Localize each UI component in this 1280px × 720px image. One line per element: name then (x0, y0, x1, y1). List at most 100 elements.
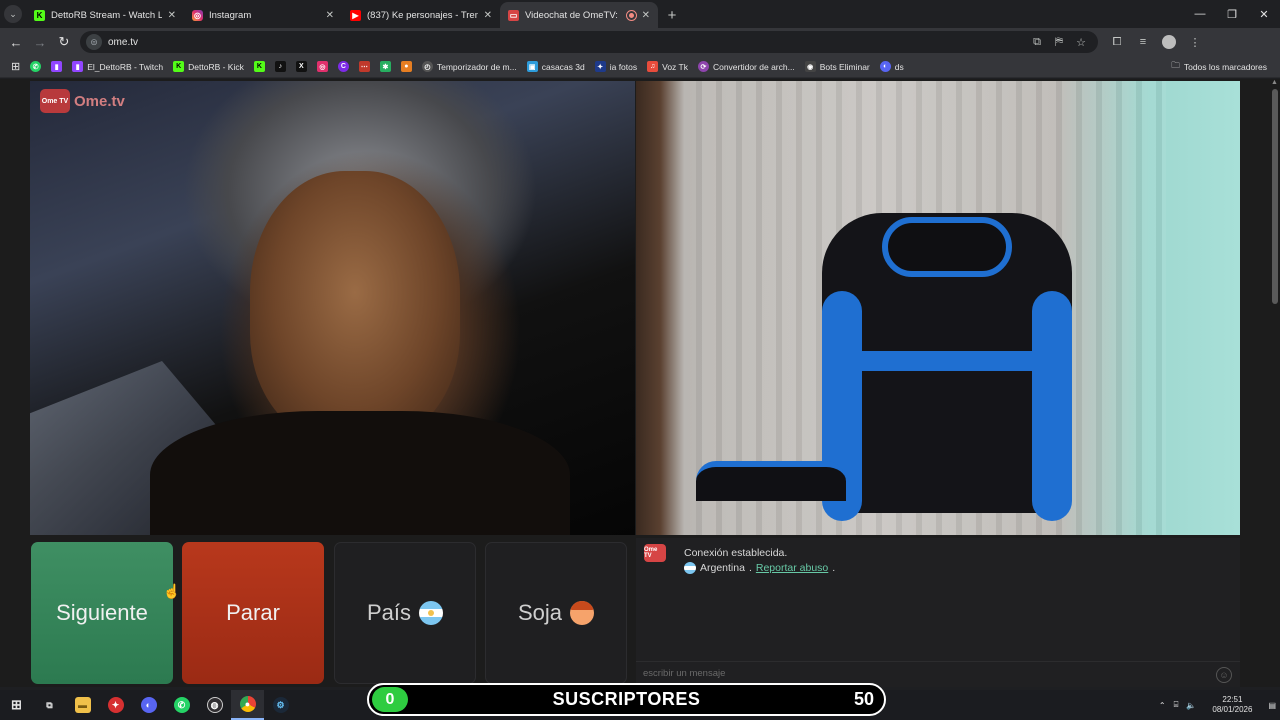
report-abuse-link[interactable]: Reportar abuso (756, 562, 828, 574)
kick-icon: K (253, 61, 265, 72)
page-scrollbar[interactable]: ▲ (1270, 79, 1280, 687)
clock[interactable]: 22:51 08/01/2026 (1200, 695, 1264, 715)
x-icon: X (295, 61, 307, 72)
boy-icon (570, 601, 595, 625)
close-icon[interactable]: ✕ (168, 10, 176, 21)
site-info-icon[interactable]: ⊜ (86, 34, 102, 50)
tab-youtube[interactable]: ▶ (837) Ke personajes - Tremend ✕ (342, 2, 500, 28)
image-icon: ▣ (526, 61, 538, 72)
close-window-icon[interactable]: ✕ (1248, 0, 1280, 28)
extensions-icon[interactable]: ⧠ (1104, 31, 1130, 53)
bookmark-whatsapp[interactable]: ✆ (25, 57, 46, 77)
country-button[interactable]: País (334, 542, 476, 684)
tab-strip: ⌄ K DettoRB Stream - Watch Live o ✕ ◎ In… (0, 0, 1280, 28)
translate-icon[interactable]: ⛿ (1048, 36, 1070, 49)
bookmark-ia-fotos[interactable]: ✦ ia fotos (590, 57, 642, 77)
volume-icon[interactable]: 🔈 (1182, 701, 1200, 710)
taskbar-explorer[interactable]: ▬ (66, 690, 99, 720)
stop-button[interactable]: Parar (182, 542, 324, 684)
self-video (636, 81, 1240, 535)
emoji-icon[interactable]: ☺ (1216, 667, 1232, 683)
ai-icon: ✦ (594, 61, 606, 72)
bookmark-temporizador[interactable]: ◴ Temporizador de m... (417, 57, 522, 77)
start-button[interactable]: ⊞ (0, 690, 33, 720)
bookmark-tiktok[interactable]: ♪ (270, 57, 291, 77)
window-controls: — ❐ ✕ (1184, 0, 1280, 28)
bookmark-ds[interactable]: ◐ ds (875, 57, 909, 77)
stop-button-label: Parar (226, 600, 280, 625)
taskbar-app-red[interactable]: ✦ (99, 690, 132, 720)
recording-icon (626, 10, 636, 20)
bookmark-x[interactable]: X (291, 57, 312, 77)
bookmark-convertidor[interactable]: ⟳ Convertidor de arch... (693, 57, 800, 77)
folder-icon: 🗀 (1171, 60, 1180, 70)
media-controls-icon[interactable]: ≡ (1130, 31, 1156, 53)
tab-title: Videochat de OmeTV: una (525, 9, 621, 21)
bookmark-voz-tk[interactable]: ♫ Voz Tk (642, 57, 693, 77)
obs-icon: ◍ (206, 697, 223, 713)
canva-icon: C (337, 61, 349, 72)
bookmark-kick[interactable]: K (249, 57, 270, 77)
bookmark-apps[interactable]: ● (396, 57, 417, 77)
close-icon[interactable]: ✕ (642, 10, 650, 21)
ometv-page: Ome TV Ome.tv Siguiente Parar País Soja … (0, 79, 1280, 687)
timer-icon: ◴ (421, 61, 433, 72)
clock-date: 08/01/2026 (1212, 705, 1253, 714)
tray-chevron-icon[interactable]: ⌃ (1155, 701, 1170, 710)
bookmark-dots[interactable]: ⋯ (354, 57, 375, 77)
bookmark-twitch[interactable]: ▮ (46, 57, 67, 77)
tab-kick[interactable]: K DettoRB Stream - Watch Live o ✕ (26, 2, 184, 28)
bookmark-casacas[interactable]: ▣ casacas 3d (522, 57, 590, 77)
next-button[interactable]: Siguiente (31, 542, 173, 684)
profile-avatar[interactable] (1162, 35, 1176, 49)
cast-icon[interactable]: ⧉ (1026, 36, 1048, 49)
close-icon[interactable]: ✕ (326, 10, 334, 21)
bookmark-dettorb-kick[interactable]: K DettoRB - Kick (168, 57, 249, 77)
chat-panel: Ome TV Conexión establecida. Argentina .… (636, 538, 1240, 687)
bookmark-star-icon[interactable]: ☆ (1070, 36, 1092, 49)
gender-button-label: Soja (517, 600, 563, 625)
taskbar-chrome[interactable]: ● (231, 690, 264, 720)
close-icon[interactable]: ✕ (484, 10, 492, 21)
address-bar[interactable]: ⊜ ome.tv ⧉ ⛿ ☆ (80, 31, 1098, 53)
minimize-icon[interactable]: — (1184, 0, 1216, 28)
notifications-icon[interactable]: ▤ (1264, 701, 1280, 710)
bookmark-el-dettorb-twitch[interactable]: ▮ El_DettoRB - Twitch (67, 57, 168, 77)
tab-instagram[interactable]: ◎ Instagram ✕ (184, 2, 342, 28)
taskbar-discord[interactable]: ◐ (132, 690, 165, 720)
ometv-icon: ▭ (508, 9, 519, 21)
task-view-button[interactable]: ⧉ (33, 690, 66, 720)
all-bookmarks[interactable]: 🗀 Todos los marcadores (1166, 57, 1272, 77)
bookmark-puzzle[interactable]: ✱ (375, 57, 396, 77)
tab-search-button[interactable]: ⌄ (0, 0, 26, 28)
scrollbar-thumb[interactable] (1272, 89, 1278, 304)
back-icon[interactable]: ← (4, 30, 28, 54)
forward-icon[interactable]: → (28, 30, 52, 54)
scroll-up-icon[interactable]: ▲ (1271, 79, 1278, 86)
chat-status-message: Conexión establecida. (684, 547, 788, 559)
apps-icon: ● (400, 61, 412, 72)
browser-toolbar: ← → ↻ ⊜ ome.tv ⧉ ⛿ ☆ ⧠ ≡ ⋮ (0, 28, 1280, 56)
taskbar-steam[interactable]: ⚙ (264, 690, 297, 720)
new-tab-button[interactable]: + (658, 2, 686, 28)
apps-grid-icon[interactable]: ⊞ (6, 57, 25, 77)
bookmark-label: El_DettoRB - Twitch (87, 61, 164, 72)
bookmark-bots[interactable]: ◉ Bots Eliminar (800, 57, 875, 77)
discord-icon: ◐ (879, 61, 891, 72)
discord-icon: ◐ (140, 697, 157, 713)
game-icon: ✦ (107, 697, 124, 713)
argentina-flag-icon (684, 562, 696, 574)
bookmark-instagram[interactable]: ◎ (312, 57, 333, 77)
address-url: ome.tv (108, 36, 139, 48)
country-button-label: País (366, 600, 412, 625)
bookmark-canva[interactable]: C (333, 57, 354, 77)
restore-icon[interactable]: ❐ (1216, 0, 1248, 28)
reload-icon[interactable]: ↻ (52, 30, 76, 54)
video-face (250, 171, 460, 441)
taskbar-obs[interactable]: ◍ (198, 690, 231, 720)
menu-icon[interactable]: ⋮ (1182, 31, 1208, 53)
taskbar-whatsapp[interactable]: ✆ (165, 690, 198, 720)
tab-ometv[interactable]: ▭ Videochat de OmeTV: una ✕ (500, 2, 658, 28)
network-icon[interactable]: ⌸ (1170, 700, 1183, 710)
gender-button[interactable]: Soja (485, 542, 627, 684)
